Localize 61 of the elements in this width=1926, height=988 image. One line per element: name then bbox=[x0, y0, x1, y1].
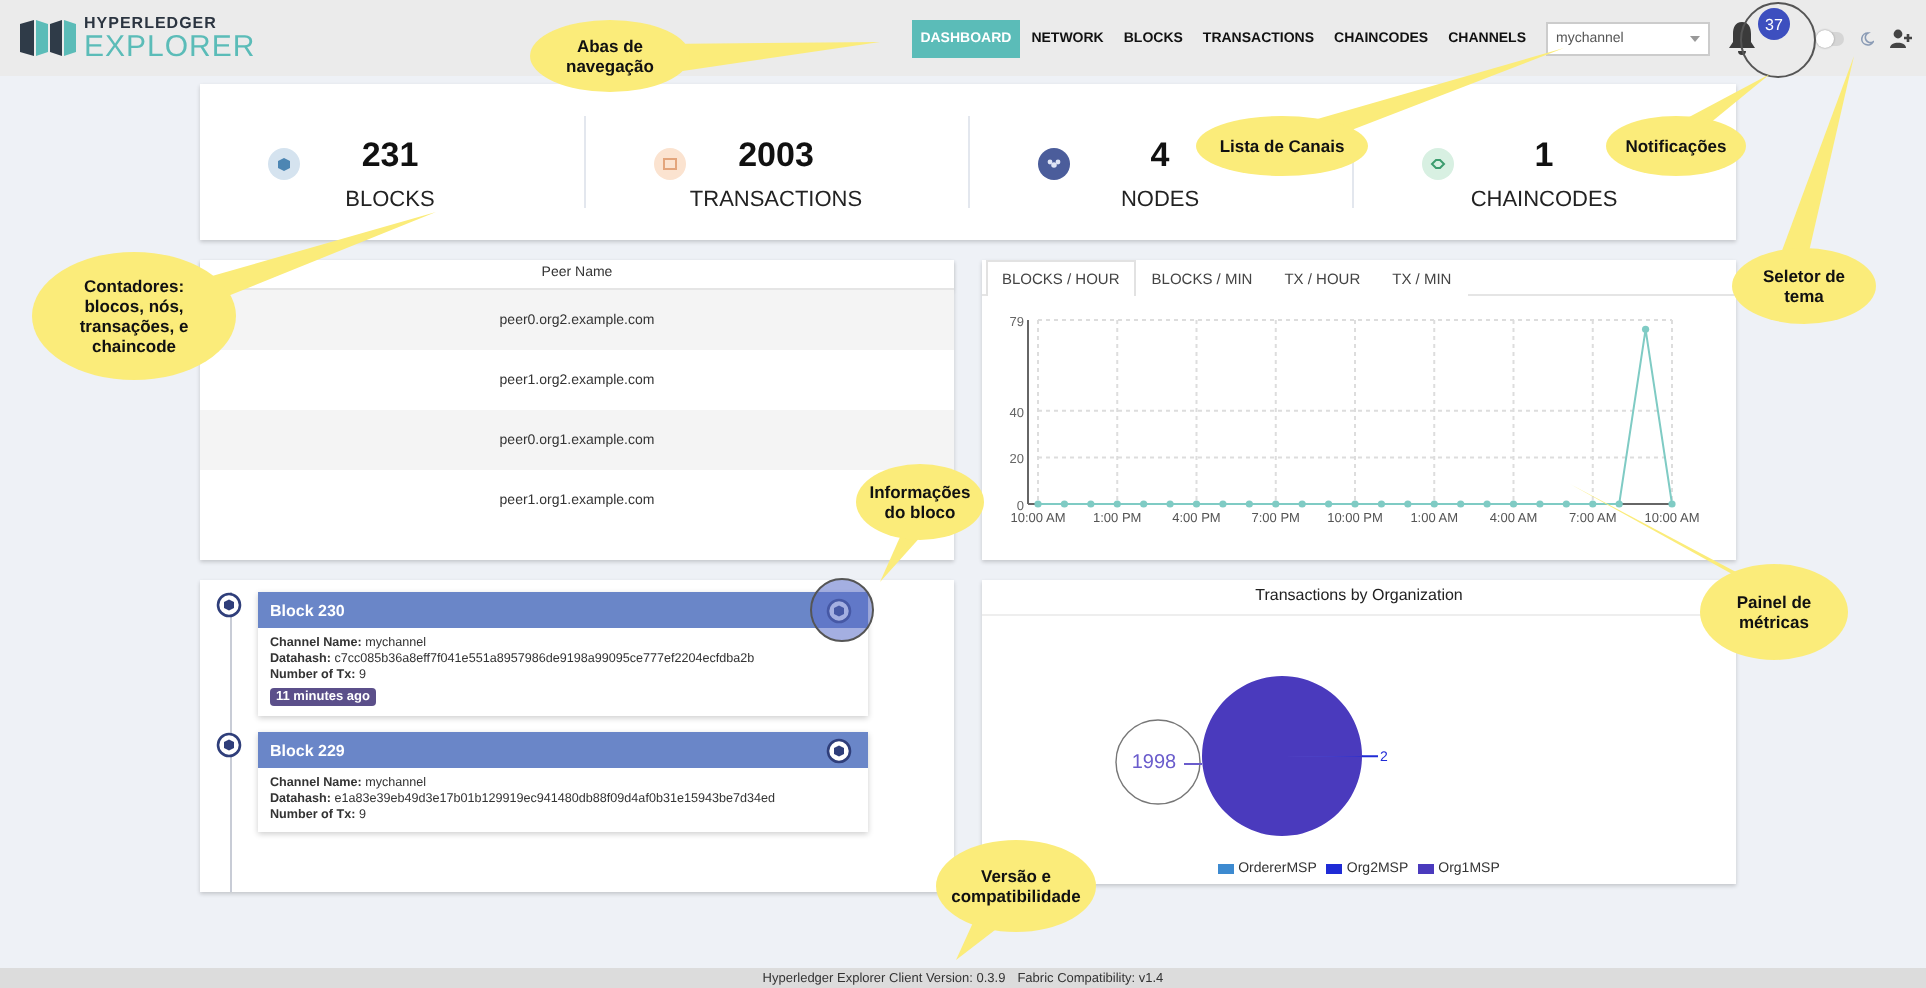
blocks-icon bbox=[268, 148, 300, 180]
stat-label: NODES bbox=[1120, 188, 1200, 212]
data-point bbox=[1642, 325, 1650, 333]
logo-title: HYPERLEDGER bbox=[84, 15, 219, 31]
data-point bbox=[1615, 500, 1623, 508]
moon-icon bbox=[1860, 31, 1874, 45]
notification-count: 37 bbox=[1758, 8, 1790, 40]
callout-bubble: Seletor de tema bbox=[1732, 248, 1876, 324]
data-point bbox=[1298, 500, 1306, 508]
data-point bbox=[1430, 500, 1438, 508]
data-point bbox=[1589, 500, 1597, 508]
data-point bbox=[1219, 500, 1227, 508]
data-point bbox=[1351, 500, 1359, 508]
logo-icon bbox=[20, 20, 76, 56]
block-icon bbox=[826, 597, 852, 623]
data-point bbox=[1140, 500, 1148, 508]
stat-label: BLOCKS bbox=[345, 188, 435, 212]
data-point bbox=[1245, 500, 1253, 508]
data-label: 1998 bbox=[1131, 752, 1177, 774]
block-title: Block 229 bbox=[270, 741, 345, 759]
block-icon bbox=[216, 592, 242, 618]
data-point bbox=[1668, 500, 1676, 508]
stat-label: TRANSACTIONS bbox=[689, 188, 863, 212]
data-point bbox=[1509, 500, 1518, 508]
data-point bbox=[1377, 500, 1385, 508]
stat-label: CHAINCODES bbox=[1470, 188, 1618, 212]
block-icon bbox=[826, 737, 852, 763]
stat-value: 4 bbox=[1150, 136, 1170, 176]
bell-icon[interactable] bbox=[1726, 20, 1758, 56]
highlight-ring bbox=[1740, 2, 1816, 78]
chaincodes-icon bbox=[1422, 148, 1454, 180]
data-point bbox=[1483, 500, 1491, 508]
data-point bbox=[1404, 500, 1412, 508]
data-point bbox=[1325, 500, 1333, 508]
data-point bbox=[1166, 500, 1174, 508]
stat-value: 2003 bbox=[738, 136, 814, 176]
data-point bbox=[1113, 500, 1121, 508]
data-point bbox=[1034, 500, 1042, 508]
data-point bbox=[1457, 500, 1465, 508]
callout-bubble: Painel de métricas bbox=[1700, 564, 1848, 660]
transactions-icon bbox=[654, 148, 686, 180]
highlight-ring bbox=[810, 578, 874, 642]
logo-subtitle: EXPLORER bbox=[84, 31, 256, 61]
leader-line bbox=[1183, 763, 1203, 765]
data-point bbox=[1536, 500, 1544, 508]
data-point bbox=[1192, 500, 1201, 508]
data-point bbox=[1562, 500, 1570, 508]
add-user-icon[interactable] bbox=[1890, 28, 1914, 48]
stat-value: 231 bbox=[361, 136, 419, 176]
theme-toggle[interactable] bbox=[1818, 31, 1844, 45]
block-icon bbox=[216, 732, 242, 758]
caret-icon bbox=[1690, 35, 1700, 41]
data-point bbox=[1272, 500, 1280, 508]
highlight-circle bbox=[1115, 719, 1201, 805]
stat-value: 1 bbox=[1534, 136, 1554, 176]
callout-bubble: Contadores: blocos, nós, transações, e chaincode bbox=[32, 252, 236, 380]
data-point bbox=[1087, 500, 1095, 508]
nodes-icon bbox=[1038, 148, 1070, 180]
leader-line bbox=[1361, 755, 1379, 758]
block-title: Block 230 bbox=[270, 601, 345, 619]
data-point bbox=[1060, 500, 1068, 508]
